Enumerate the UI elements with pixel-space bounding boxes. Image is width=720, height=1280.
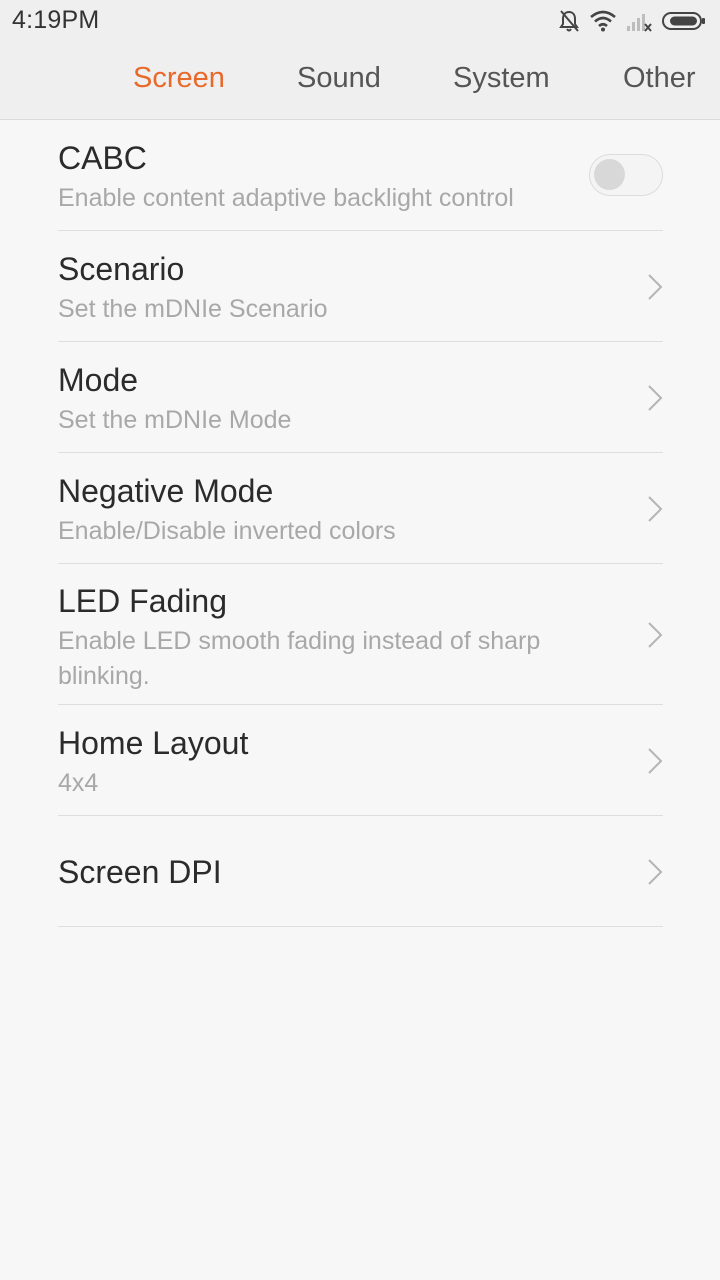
setting-negative-mode[interactable]: Negative Mode Enable/Disable inverted co… <box>58 453 663 564</box>
settings-list: CABC Enable content adaptive backlight c… <box>58 120 663 927</box>
setting-subtitle: Enable content adaptive backlight contro… <box>58 184 514 212</box>
setting-title: Mode <box>58 362 139 398</box>
chevron-right-icon <box>648 274 663 300</box>
chevron-right-icon <box>648 748 663 774</box>
setting-title: LED Fading <box>58 583 227 619</box>
setting-scenario[interactable]: Scenario Set the mDNIe Scenario <box>58 231 663 342</box>
setting-title: Screen DPI <box>58 854 222 890</box>
tab-other[interactable]: Other <box>623 62 696 95</box>
setting-home-layout[interactable]: Home Layout 4x4 <box>58 705 663 816</box>
setting-cabc[interactable]: CABC Enable content adaptive backlight c… <box>58 120 663 231</box>
setting-subtitle: 4x4 <box>58 769 99 797</box>
wifi-icon <box>590 10 616 32</box>
toggle-knob <box>594 159 625 190</box>
status-time: 4:19PM <box>12 6 100 34</box>
setting-subtitle: Enable LED smooth fading instead of shar… <box>58 627 541 690</box>
chevron-right-icon <box>648 859 663 885</box>
tab-screen[interactable]: Screen <box>133 62 225 95</box>
status-icons <box>558 8 706 34</box>
setting-title: Negative Mode <box>58 473 274 509</box>
setting-screen-dpi[interactable]: Screen DPI <box>58 816 663 927</box>
settings-screen: 4:19PM Screen Sound System Other CABC En… <box>0 0 720 1280</box>
cabc-toggle[interactable] <box>589 154 663 196</box>
setting-title: Scenario <box>58 251 185 287</box>
setting-title: CABC <box>58 140 147 176</box>
setting-subtitle: Set the mDNIe Scenario <box>58 295 328 323</box>
setting-subtitle: Enable/Disable inverted colors <box>58 517 396 545</box>
battery-icon <box>662 10 706 32</box>
status-bar: 4:19PM <box>0 0 720 42</box>
setting-subtitle: Set the mDNIe Mode <box>58 406 292 434</box>
chevron-right-icon <box>648 385 663 411</box>
chevron-right-icon <box>648 622 663 648</box>
setting-title: Home Layout <box>58 725 249 761</box>
tab-system[interactable]: System <box>453 62 550 95</box>
setting-mode[interactable]: Mode Set the mDNIe Mode <box>58 342 663 453</box>
tab-bar: Screen Sound System Other <box>0 42 720 120</box>
setting-led-fading[interactable]: LED Fading Enable LED smooth fading inst… <box>58 564 663 705</box>
bell-muted-icon <box>558 9 580 33</box>
tab-sound[interactable]: Sound <box>297 62 381 95</box>
chevron-right-icon <box>648 496 663 522</box>
signal-icon <box>626 10 652 32</box>
